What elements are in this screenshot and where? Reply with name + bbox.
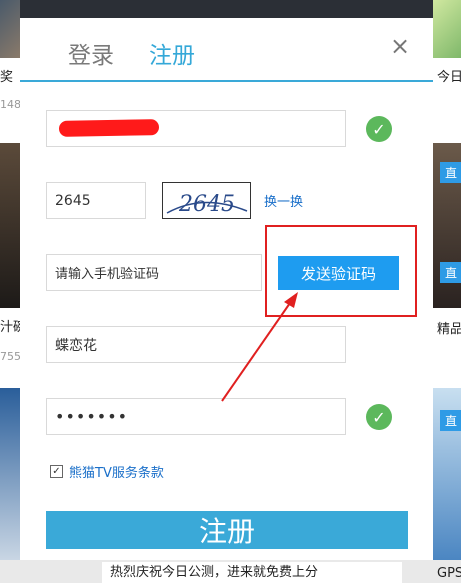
terms-link[interactable]: 熊猫TV服务条款 bbox=[69, 462, 164, 481]
bg-right-text-2: 精品 bbox=[437, 322, 461, 337]
bg-bottom-caption: 热烈庆祝今日公测，进来就免费上分 bbox=[102, 562, 402, 583]
bg-left-num-1: 148 bbox=[0, 98, 21, 111]
bg-thumb-left-2 bbox=[0, 143, 20, 308]
register-submit-button[interactable]: 注册 bbox=[46, 511, 408, 549]
bg-left-text-1: 奖 bbox=[0, 70, 14, 85]
register-dialog: 登录 注册 × ✓ 2645 2645 换一换 请输入手机验证码 发送验证码 蝶… bbox=[20, 18, 433, 560]
agreement-row: ✓ 熊猫TV服务条款 bbox=[50, 462, 164, 481]
bg-right-tag-2: 直 bbox=[440, 410, 461, 431]
bg-thumb-left-3 bbox=[0, 388, 20, 560]
bg-left-num-2: 755 bbox=[0, 350, 21, 363]
bg-right-tag-3: 直 bbox=[440, 262, 461, 283]
bg-thumb-top-right bbox=[433, 0, 461, 58]
bg-right-text-1: 今日 bbox=[437, 70, 461, 85]
bg-right-text-3: GPS bbox=[437, 566, 461, 581]
bg-thumb-top-left bbox=[0, 0, 20, 58]
agree-checkbox[interactable]: ✓ bbox=[50, 465, 63, 478]
bg-right-tag-1: 直 bbox=[440, 162, 461, 183]
